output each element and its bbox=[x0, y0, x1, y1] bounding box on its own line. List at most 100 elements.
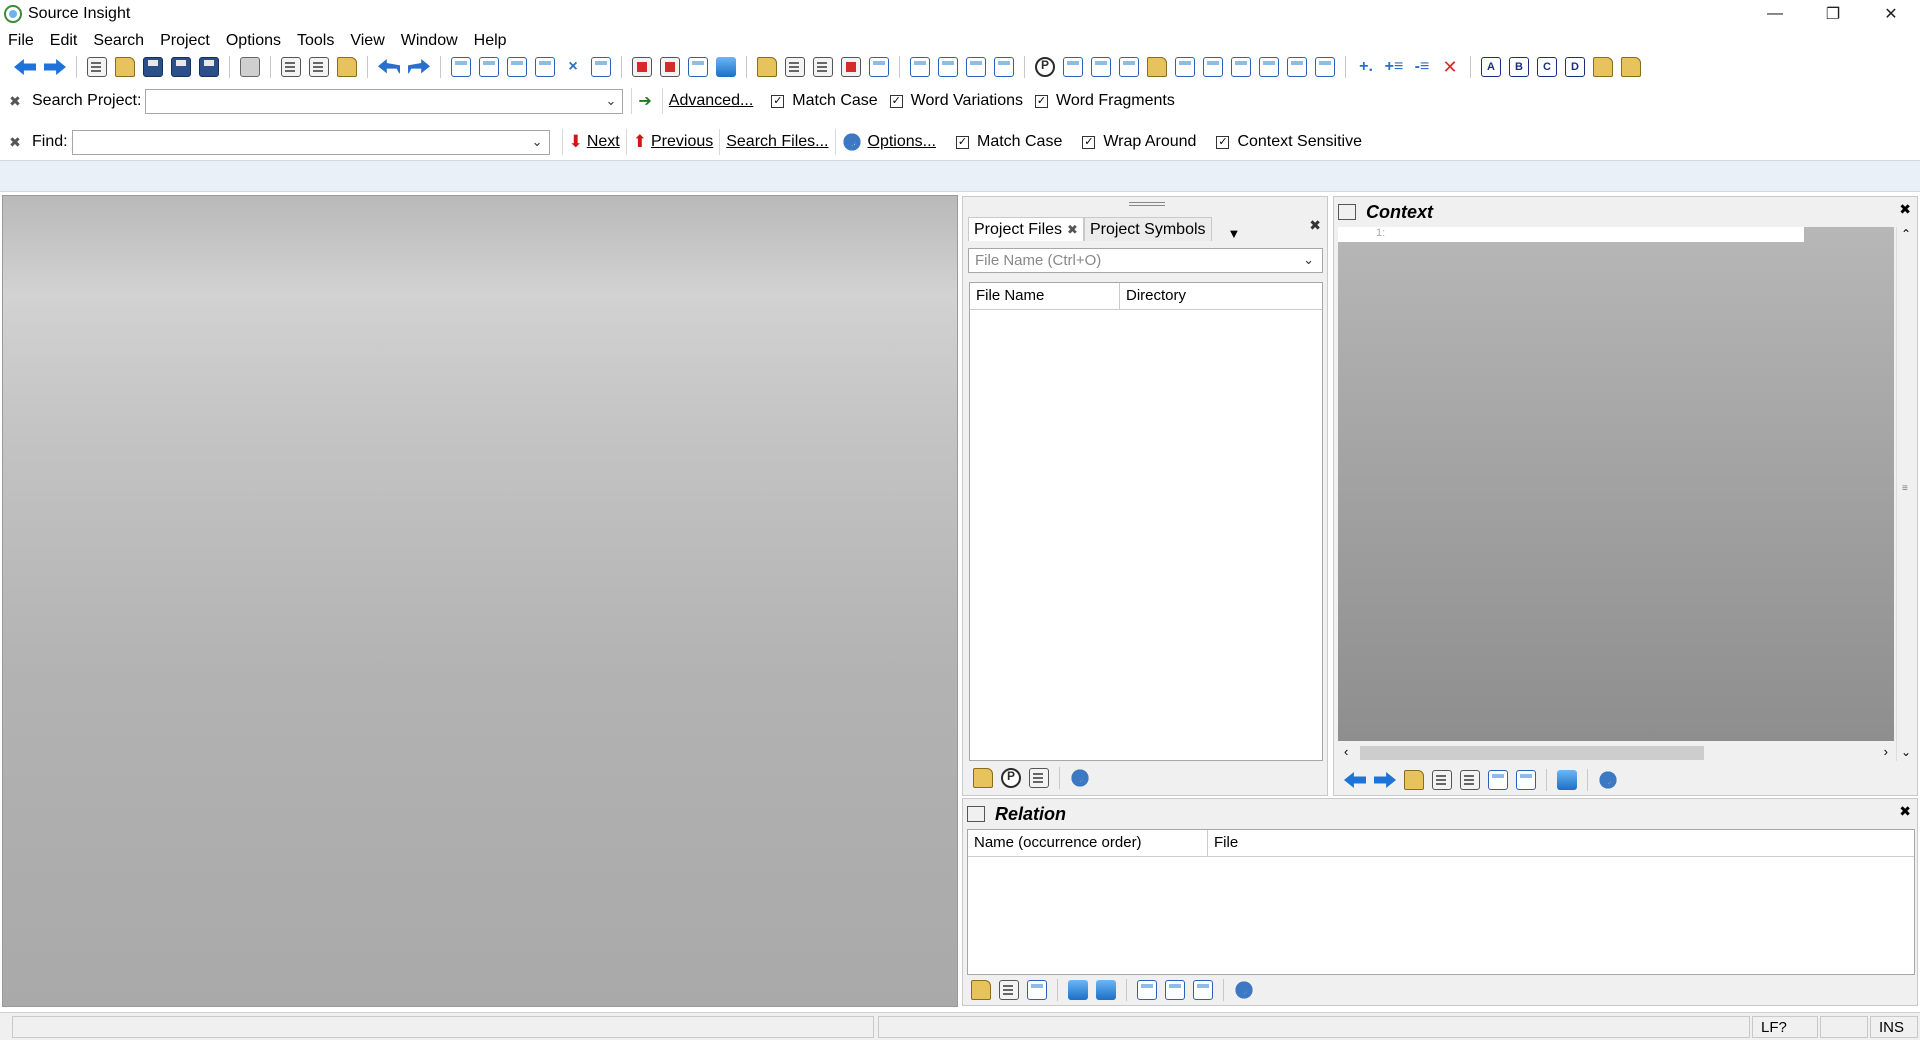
undo-icon[interactable] bbox=[378, 59, 400, 75]
browse-symbol-icon[interactable] bbox=[999, 980, 1019, 1000]
go-button[interactable]: ➔ bbox=[631, 88, 661, 114]
letter-b-icon[interactable]: B bbox=[1509, 57, 1529, 77]
vertical-scrollbar[interactable]: ⌃ ≡ ⌄ bbox=[1896, 227, 1916, 761]
chevron-down-icon[interactable]: ⌄ bbox=[1303, 252, 1314, 268]
options-button[interactable]: Options... bbox=[834, 129, 942, 155]
scroll-thumb[interactable] bbox=[1360, 746, 1704, 760]
symbol-lookup-icon[interactable] bbox=[1404, 770, 1424, 790]
letter-a-icon[interactable]: A bbox=[1481, 57, 1501, 77]
close-search-bar-icon[interactable]: ✖ bbox=[8, 93, 22, 110]
close-panel-icon[interactable]: ✖ bbox=[1899, 803, 1911, 820]
menu-window[interactable]: Window bbox=[393, 32, 466, 50]
menu-view[interactable]: View bbox=[342, 32, 392, 50]
horizontal-scrollbar[interactable]: ‹ › bbox=[1338, 743, 1894, 763]
open-file-icon[interactable] bbox=[115, 57, 135, 77]
book-icon[interactable] bbox=[813, 57, 833, 77]
chevron-down-icon[interactable]: ⌄ bbox=[605, 93, 616, 109]
expand-icon[interactable]: +. bbox=[1356, 57, 1376, 77]
tab-project-files[interactable]: Project Files ✖ bbox=[968, 217, 1084, 241]
menu-project[interactable]: Project bbox=[152, 32, 218, 50]
copy-icon[interactable] bbox=[309, 57, 329, 77]
call-graph-icon[interactable] bbox=[869, 57, 889, 77]
context-view[interactable]: 1: bbox=[1338, 227, 1894, 741]
browse-project-icon[interactable] bbox=[1231, 57, 1251, 77]
bird-icon[interactable] bbox=[1259, 57, 1279, 77]
scroll-left-icon[interactable]: ‹ bbox=[1344, 744, 1348, 759]
letter-d-icon[interactable]: D bbox=[1565, 57, 1585, 77]
gear-icon[interactable] bbox=[1598, 767, 1618, 792]
panel-drag-handle[interactable] bbox=[1129, 202, 1165, 206]
open-folder-icon[interactable] bbox=[973, 768, 993, 788]
context-window-icon[interactable] bbox=[1119, 57, 1139, 77]
search-backward-icon[interactable] bbox=[479, 57, 499, 77]
symbol-lookup-icon[interactable] bbox=[757, 57, 777, 77]
find-input[interactable]: ⌄ bbox=[71, 129, 550, 155]
bookmark-next-icon[interactable] bbox=[660, 57, 680, 77]
cut-icon[interactable] bbox=[281, 57, 301, 77]
new-file-icon[interactable] bbox=[87, 57, 107, 77]
expand-all-icon[interactable]: +≡ bbox=[1384, 57, 1404, 77]
gear-icon[interactable] bbox=[1234, 977, 1254, 1002]
scroll-right-icon[interactable]: › bbox=[1884, 744, 1888, 759]
list-view-icon[interactable] bbox=[1137, 980, 1157, 1000]
editor-area[interactable] bbox=[2, 195, 958, 1007]
previous-button[interactable]: ⬆ Previous bbox=[625, 129, 720, 155]
symbol-window-icon[interactable] bbox=[1063, 57, 1083, 77]
browse-symbol-icon[interactable] bbox=[1432, 770, 1452, 790]
match-case-checkbox[interactable]: ✓ Match Case bbox=[771, 92, 878, 110]
search-forward-icon[interactable] bbox=[507, 57, 527, 77]
search-project-input[interactable]: ⌄ bbox=[145, 88, 624, 114]
overview-icon[interactable] bbox=[1315, 57, 1335, 77]
sync-icon[interactable] bbox=[1287, 57, 1307, 77]
menu-help[interactable]: Help bbox=[466, 32, 515, 50]
search-files-icon[interactable] bbox=[591, 57, 611, 77]
chevron-down-icon[interactable]: ⌄ bbox=[532, 134, 543, 150]
chevron-down-icon[interactable]: ▼ bbox=[1228, 226, 1241, 241]
print-icon[interactable] bbox=[240, 57, 260, 77]
go-forward-icon[interactable] bbox=[1374, 772, 1396, 788]
file-name-filter-input[interactable]: File Name (Ctrl+O) ⌄ bbox=[968, 248, 1323, 273]
gear-icon[interactable] bbox=[1070, 765, 1090, 790]
layout-1-icon[interactable] bbox=[910, 57, 930, 77]
find-icon[interactable] bbox=[451, 57, 471, 77]
clip-window-icon[interactable] bbox=[1147, 57, 1167, 77]
delete-icon[interactable]: ✕ bbox=[1440, 57, 1460, 77]
clear-highlights-icon[interactable]: × bbox=[563, 57, 583, 77]
symbol-lookup-icon[interactable] bbox=[971, 980, 991, 1000]
close-find-bar-icon[interactable]: ✖ bbox=[8, 134, 22, 151]
scroll-up-icon[interactable]: ⌃ bbox=[1901, 227, 1911, 241]
browse-symbol-icon[interactable] bbox=[785, 57, 805, 77]
project-window-icon[interactable] bbox=[1035, 57, 1055, 77]
scroll-down-icon[interactable]: ⌄ bbox=[1901, 745, 1911, 759]
restore-button[interactable]: ❐ bbox=[1804, 0, 1862, 28]
edit-folder-icon[interactable] bbox=[1621, 57, 1641, 77]
search-files-button[interactable]: Search Files... bbox=[719, 129, 834, 155]
letter-c-icon[interactable]: C bbox=[1537, 57, 1557, 77]
column-header-directory[interactable]: Directory bbox=[1120, 283, 1322, 309]
file-list-icon[interactable] bbox=[1029, 768, 1049, 788]
search-results-icon[interactable] bbox=[1175, 57, 1195, 77]
close-panel-icon[interactable]: ✖ bbox=[1309, 217, 1321, 234]
project-icon[interactable] bbox=[1001, 768, 1021, 788]
horizontal-graph-icon[interactable] bbox=[1165, 980, 1185, 1000]
close-panel-icon[interactable]: ✖ bbox=[1899, 201, 1911, 218]
next-button[interactable]: ⬇ Next bbox=[561, 129, 626, 155]
menu-search[interactable]: Search bbox=[85, 32, 152, 50]
save-icon[interactable] bbox=[143, 57, 163, 77]
column-header-file-name[interactable]: File Name bbox=[970, 283, 1120, 309]
lock-icon[interactable] bbox=[1557, 770, 1577, 790]
menu-options[interactable]: Options bbox=[218, 32, 289, 50]
menu-tools[interactable]: Tools bbox=[289, 32, 342, 50]
layout-3-icon[interactable] bbox=[966, 57, 986, 77]
collapse-icon[interactable]: -≡ bbox=[1412, 57, 1432, 77]
relation-list[interactable]: Name (occurrence order) File bbox=[967, 829, 1915, 975]
relation-icon[interactable] bbox=[1516, 770, 1536, 790]
call-graph-icon[interactable] bbox=[1488, 770, 1508, 790]
bookmark-icon[interactable] bbox=[716, 57, 736, 77]
close-window-button[interactable]: ✕ bbox=[1862, 0, 1920, 28]
close-tab-icon[interactable]: ✖ bbox=[1067, 222, 1078, 238]
jump-icon[interactable] bbox=[688, 57, 708, 77]
lock-icon[interactable] bbox=[1068, 980, 1088, 1000]
paste-icon[interactable] bbox=[337, 57, 357, 77]
go-back-icon[interactable] bbox=[14, 59, 36, 75]
